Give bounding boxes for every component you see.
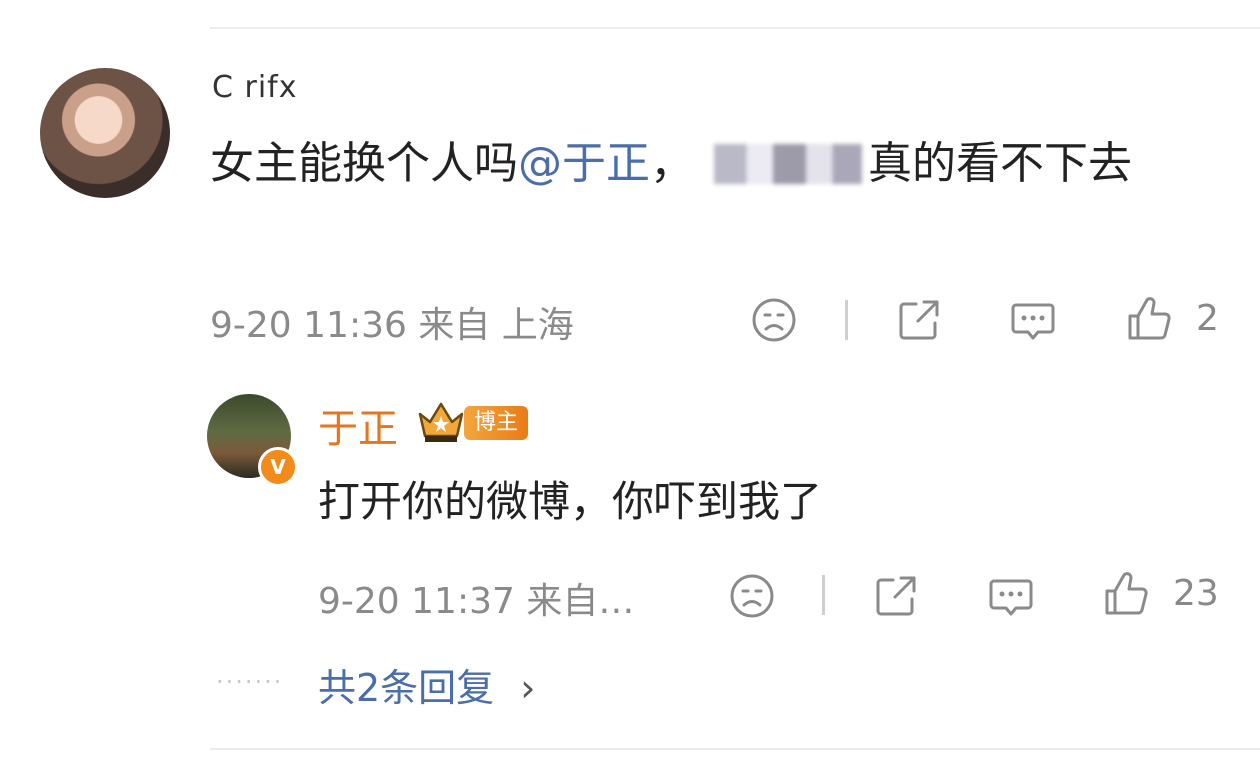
view-replies-link[interactable]: 共2条回复 › bbox=[318, 657, 535, 712]
reply-meta: 9-20 11:37 来自… bbox=[318, 572, 634, 624]
comment-text-after: 真的看不下去 bbox=[868, 138, 1132, 189]
comment-icon[interactable] bbox=[1008, 295, 1058, 345]
author-username[interactable]: 于正 bbox=[318, 396, 398, 454]
comment-comma: ， bbox=[650, 138, 694, 189]
reply-time: 9-20 11:37 bbox=[318, 581, 515, 622]
bottom-divider bbox=[210, 748, 1260, 750]
comment-location: 来自 上海 bbox=[418, 305, 574, 346]
top-divider bbox=[210, 27, 1260, 29]
thread-dots: ······· bbox=[216, 668, 284, 696]
thumbs-up-icon[interactable] bbox=[1124, 294, 1174, 344]
reply-text: 打开你的微博，你吓到我了 bbox=[318, 477, 823, 526]
sad-face-icon[interactable] bbox=[727, 571, 777, 621]
share-icon[interactable] bbox=[871, 571, 921, 621]
crown-icon bbox=[418, 402, 464, 442]
action-separator bbox=[822, 575, 825, 615]
comment-icon[interactable] bbox=[986, 571, 1036, 621]
sad-face-icon[interactable] bbox=[749, 295, 799, 345]
blogger-badge: 博主 bbox=[464, 406, 529, 440]
mention-link[interactable]: @于正 bbox=[518, 138, 650, 189]
reply-location: 来自… bbox=[526, 581, 635, 622]
action-separator bbox=[845, 300, 848, 340]
comment-text: 女主能换个人吗@于正， 真的看不下去 bbox=[210, 132, 1220, 196]
commenter-username[interactable]: C rifx bbox=[212, 70, 297, 105]
verified-badge-icon: V bbox=[258, 447, 298, 487]
share-icon[interactable] bbox=[894, 295, 944, 345]
chevron-right-icon: › bbox=[520, 666, 536, 710]
reply-like-count: 23 bbox=[1173, 573, 1219, 614]
commenter-avatar[interactable] bbox=[40, 68, 170, 198]
thumbs-up-icon[interactable] bbox=[1101, 569, 1151, 619]
view-replies-label: 共2条回复 bbox=[318, 666, 495, 710]
blurred-name bbox=[714, 144, 862, 184]
comment-text-before: 女主能换个人吗 bbox=[210, 138, 518, 189]
comment-like-count: 2 bbox=[1196, 298, 1219, 339]
comment-meta: 9-20 11:36 来自 上海 bbox=[210, 296, 574, 348]
comment-time: 9-20 11:36 bbox=[210, 305, 407, 346]
